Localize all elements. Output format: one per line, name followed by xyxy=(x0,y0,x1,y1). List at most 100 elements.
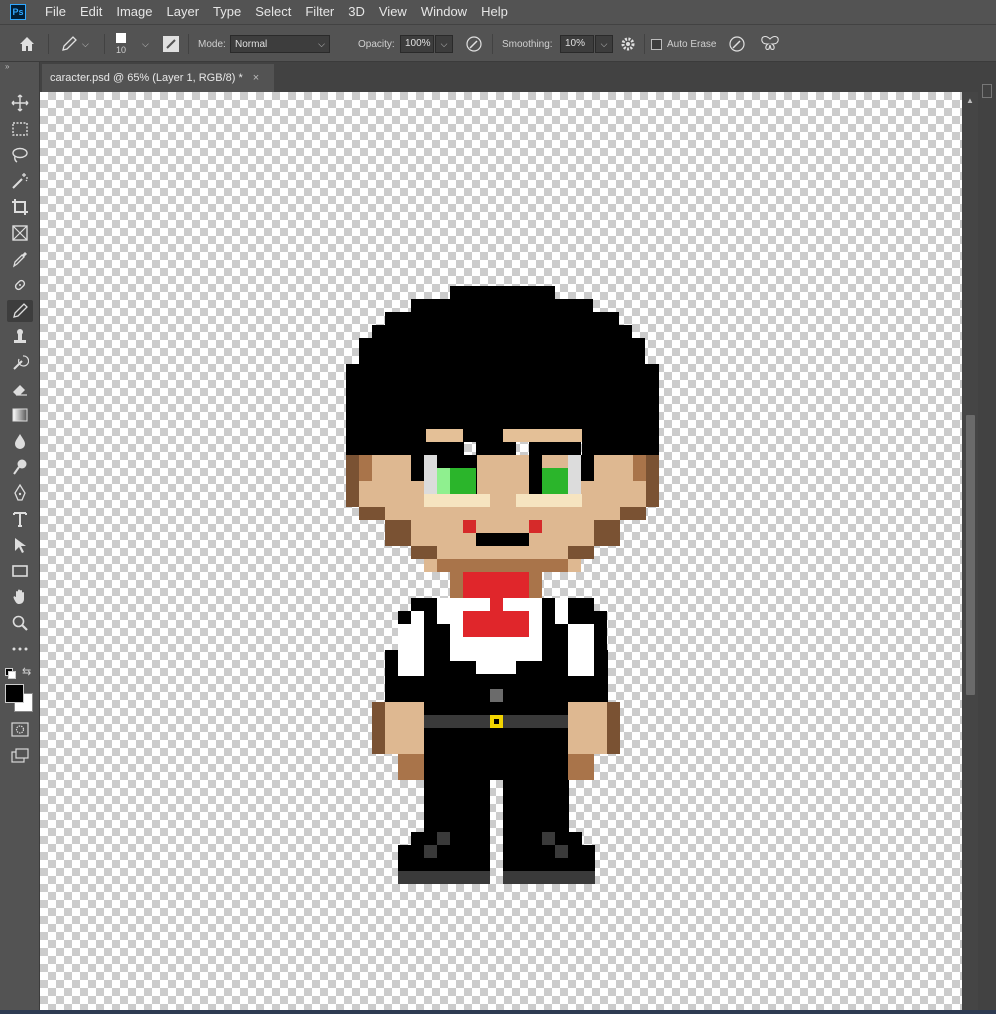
menu-bar: Ps File Edit Image Layer Type Select Filter 3D V… xyxy=(0,0,996,24)
smoothing-label: Smoothing: xyxy=(502,38,553,50)
opacity-dropdown[interactable]: ⌵ xyxy=(435,35,453,53)
more-tools[interactable] xyxy=(7,638,33,660)
chevron-down-icon: ⌵ xyxy=(318,38,325,49)
menu-help[interactable]: Help xyxy=(474,0,515,24)
brush-settings-toggle[interactable] xyxy=(162,25,180,63)
crop-icon xyxy=(12,199,28,215)
menu-filter[interactable]: Filter xyxy=(298,0,341,24)
zoom-icon xyxy=(12,615,28,631)
symmetry-button[interactable] xyxy=(760,25,780,63)
options-bar: ⌵ 10 ⌵ Mode: Normal ⌵ Opacity: 100% ⌵ Sm… xyxy=(0,24,996,62)
pressure-icon xyxy=(466,36,482,52)
type-icon xyxy=(13,512,27,527)
scrollbar-thumb[interactable] xyxy=(966,415,975,695)
quick-mask-icon xyxy=(11,722,29,737)
mode-value: Normal xyxy=(235,38,268,50)
type-tool[interactable] xyxy=(7,508,33,530)
pressure-opacity-button[interactable] xyxy=(465,25,483,63)
screen-mode-button[interactable] xyxy=(11,748,29,767)
panel-collapse-icon[interactable]: » xyxy=(5,62,9,71)
photoshop-logo-icon: Ps xyxy=(10,4,26,20)
menu-select[interactable]: Select xyxy=(248,0,298,24)
crop-tool[interactable] xyxy=(7,196,33,218)
home-icon xyxy=(20,37,34,51)
menu-view[interactable]: View xyxy=(372,0,414,24)
marquee-icon xyxy=(12,122,28,136)
pen-icon xyxy=(14,484,26,501)
menu-image[interactable]: Image xyxy=(109,0,159,24)
vertical-scrollbar[interactable]: ▲ xyxy=(962,92,978,1010)
panel-expand-icon[interactable] xyxy=(982,84,992,98)
move-tool[interactable] xyxy=(7,92,33,114)
marquee-tool[interactable] xyxy=(7,118,33,140)
rectangle-tool[interactable] xyxy=(7,560,33,582)
default-colors-icon[interactable] xyxy=(5,668,16,679)
frame-icon xyxy=(12,225,28,241)
gear-icon xyxy=(621,37,635,51)
document-tab-strip: caracter.psd @ 65% (Layer 1, RGB/8) * × xyxy=(40,62,996,92)
magic-wand-tool[interactable] xyxy=(7,170,33,192)
scroll-up-icon[interactable]: ▲ xyxy=(966,96,974,105)
healing-brush-tool[interactable] xyxy=(7,274,33,296)
clone-stamp-tool[interactable] xyxy=(7,326,33,348)
history-brush-tool[interactable] xyxy=(7,352,33,374)
mode-select[interactable]: Normal ⌵ xyxy=(230,35,330,53)
smoothing-dropdown[interactable]: ⌵ xyxy=(595,35,613,53)
menu-3d[interactable]: 3D xyxy=(341,0,372,24)
lasso-icon xyxy=(12,147,28,163)
dodge-icon xyxy=(13,459,27,475)
brush-preset-picker[interactable]: 10 xyxy=(116,25,126,63)
menu-window[interactable]: Window xyxy=(414,0,474,24)
dodge-tool[interactable] xyxy=(7,456,33,478)
document-canvas[interactable] xyxy=(40,92,962,1010)
swap-colors-icon[interactable]: ⇆ xyxy=(22,665,31,678)
menu-layer[interactable]: Layer xyxy=(160,0,207,24)
pressure-size-button[interactable] xyxy=(728,25,746,63)
eyedropper-tool[interactable] xyxy=(7,248,33,270)
smoothing-input[interactable]: 10% xyxy=(560,35,594,53)
stamp-icon xyxy=(14,329,26,343)
character-body xyxy=(372,572,620,884)
eraser-tool[interactable] xyxy=(7,378,33,400)
brush-size-label: 10 xyxy=(116,45,127,55)
menu-file[interactable]: File xyxy=(38,0,73,24)
eyedropper-icon xyxy=(12,252,27,268)
hand-tool[interactable] xyxy=(7,586,33,608)
home-button[interactable] xyxy=(18,25,36,63)
tool-preset-picker[interactable]: ⌵ xyxy=(60,25,89,63)
document-tab[interactable]: caracter.psd @ 65% (Layer 1, RGB/8) * × xyxy=(42,64,274,92)
pen-tool[interactable] xyxy=(7,482,33,504)
gradient-icon xyxy=(12,408,28,422)
auto-erase-checkbox[interactable] xyxy=(651,38,662,50)
right-panel-strip xyxy=(978,62,996,1014)
chevron-down-icon[interactable]: ⌵ xyxy=(142,39,149,50)
hand-icon xyxy=(13,589,24,604)
foreground-color-swatch[interactable] xyxy=(5,684,24,703)
opacity-label: Opacity: xyxy=(358,38,395,50)
path-selection-tool[interactable] xyxy=(7,534,33,556)
pencil-icon xyxy=(62,36,77,51)
brush-panel-icon xyxy=(163,36,179,52)
gradient-tool[interactable] xyxy=(7,404,33,426)
quick-mask-button[interactable] xyxy=(11,722,29,741)
drop-icon xyxy=(15,434,25,449)
lasso-tool[interactable] xyxy=(7,144,33,166)
menu-edit[interactable]: Edit xyxy=(73,0,109,24)
magic-wand-icon xyxy=(12,173,28,189)
status-strip xyxy=(0,1010,996,1014)
menu-type[interactable]: Type xyxy=(206,0,248,24)
ellipsis-icon xyxy=(12,647,28,651)
blur-tool[interactable] xyxy=(7,430,33,452)
zoom-tool[interactable] xyxy=(7,612,33,634)
frame-tool[interactable] xyxy=(7,222,33,244)
menu-items: File Edit Image Layer Type Select Filter 3D View… xyxy=(38,0,515,24)
chevron-down-icon: ⌵ xyxy=(82,38,89,49)
mode-label: Mode: xyxy=(198,38,226,50)
chevron-down-icon: ⌵ xyxy=(440,38,448,49)
opacity-input[interactable]: 100% xyxy=(400,35,434,53)
screen-mode-icon xyxy=(11,748,29,763)
smoothing-options-button[interactable] xyxy=(620,25,636,63)
auto-erase-label: Auto Erase xyxy=(667,38,717,50)
close-tab-icon[interactable]: × xyxy=(253,72,259,84)
pencil-tool[interactable] xyxy=(7,300,33,322)
